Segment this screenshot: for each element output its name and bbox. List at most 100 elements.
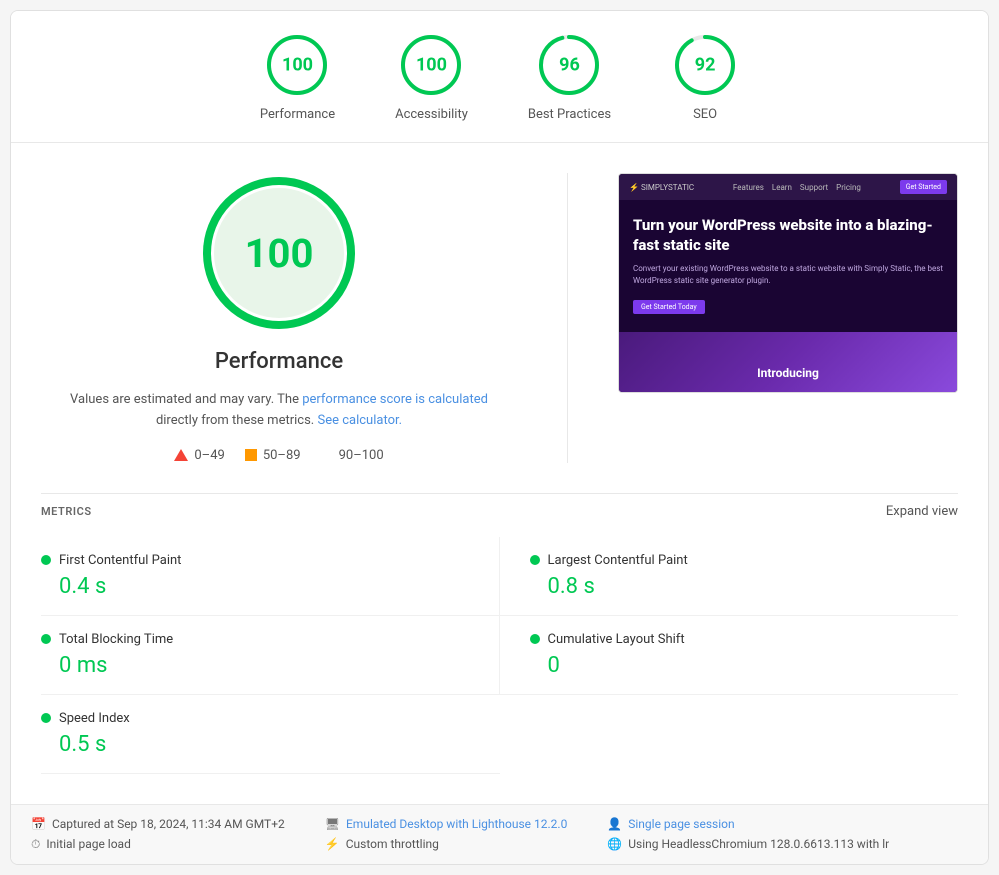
metrics-header: METRICS Expand view [41,493,958,529]
scores-bar: 100 Performance 100 Accessibility 96 Bes… [11,11,988,143]
score-label-performance: Performance [260,107,335,122]
performance-score-link[interactable]: performance score is calculated [302,392,488,407]
legend-square-icon [245,449,257,461]
score-item-seo: 92 SEO [671,31,739,122]
footer-session: 👤 Single page session [607,817,889,831]
session-link[interactable]: Single page session [628,817,734,831]
legend-label-orange: 50–89 [263,448,301,463]
clock-icon: ⏱ [31,837,40,852]
metric-dot-cls [530,634,540,644]
large-score-circle: 100 [199,173,359,333]
screenshot-logo: ⚡ SIMPLYSTATIC [629,183,694,192]
right-panel: ⚡ SIMPLYSTATIC Features Learn Support Pr… [618,173,958,463]
score-number-seo: 92 [695,55,716,76]
metric-name-si: Speed Index [59,711,130,726]
legend-item-red: 0–49 [174,448,224,463]
metric-name-row-tbt: Total Blocking Time [41,632,489,647]
globe-icon: 🌐 [607,837,622,851]
metric-name-lcp: Largest Contentful Paint [548,553,688,568]
screenshot-subtext: Convert your existing WordPress website … [633,263,943,287]
footer-chromium: 🌐 Using HeadlessChromium 128.0.6613.113 … [607,837,889,851]
metric-name-tbt: Total Blocking Time [59,632,173,647]
metric-dot-si [41,713,51,723]
main-content: 100 Performance Values are estimated and… [11,143,988,804]
metric-name-row-si: Speed Index [41,711,490,726]
metric-value-si: 0.5 s [41,732,490,757]
screenshot-hero: Turn your WordPress website into a blazi… [619,200,957,330]
score-label-seo: SEO [693,107,717,122]
metrics-section-label: METRICS [41,505,92,518]
metrics-grid: First Contentful Paint 0.4 s Largest Con… [41,537,958,774]
left-panel: 100 Performance Values are estimated and… [41,173,517,463]
see-calculator-link[interactable]: See calculator. [317,413,402,428]
expand-view-button[interactable]: Expand view [886,504,958,519]
score-item-performance: 100 Performance [260,31,335,122]
score-item-accessibility: 100 Accessibility [395,31,468,122]
metric-cell-si: Speed Index 0.5 s [41,695,500,774]
metric-cell-lcp: Largest Contentful Paint 0.8 s [500,537,959,616]
footer-emulated: 🖥 Emulated Desktop with Lighthouse 12.2.… [325,817,568,831]
score-circle-seo: 92 [671,31,739,99]
description-text: Values are estimated and may vary. The p… [69,390,489,432]
metric-name-fcp: First Contentful Paint [59,553,181,568]
score-number-performance: 100 [282,55,313,76]
score-item-best-practices: 96 Best Practices [528,31,611,122]
page-load-text: Initial page load [46,837,130,851]
performance-title: Performance [215,349,343,374]
footer-throttling: ⚡ Custom throttling [325,837,568,851]
screenshot-cta: Get Started [900,180,947,194]
screenshot-headline: Turn your WordPress website into a blazi… [633,216,943,255]
footer-col-3: 👤 Single page session 🌐 Using HeadlessCh… [607,817,889,852]
metric-dot-lcp [530,555,540,565]
legend-label-red: 0–49 [194,448,224,463]
screenshot-introducing: Introducing [757,366,819,380]
footer-col-1: 📅 Captured at Sep 18, 2024, 11:34 AM GMT… [31,817,285,852]
metric-dot-tbt [41,634,51,644]
user-icon: 👤 [607,817,622,831]
screenshot-container: ⚡ SIMPLYSTATIC Features Learn Support Pr… [618,173,958,393]
metric-name-row-fcp: First Contentful Paint [41,553,489,568]
legend: 0–49 50–89 90–100 [174,448,383,463]
screenshot-nav-links: Features Learn Support Pricing [733,183,861,192]
metric-name-row-cls: Cumulative Layout Shift [530,632,949,647]
score-circle-accessibility: 100 [397,31,465,99]
top-section: 100 Performance Values are estimated and… [41,173,958,463]
legend-label-green: 90–100 [339,448,384,463]
screenshot-nav: ⚡ SIMPLYSTATIC Features Learn Support Pr… [619,174,957,200]
metric-cell-cls: Cumulative Layout Shift 0 [500,616,959,695]
throttling-text: Custom throttling [346,837,439,851]
score-circle-performance: 100 [263,31,331,99]
metric-value-lcp: 0.8 s [530,574,949,599]
chromium-text: Using HeadlessChromium 128.0.6613.113 wi… [628,837,889,851]
captured-at-text: Captured at Sep 18, 2024, 11:34 AM GMT+2 [52,817,285,831]
legend-triangle-icon [174,449,188,461]
score-label-best-practices: Best Practices [528,107,611,122]
metric-name-row-lcp: Largest Contentful Paint [530,553,949,568]
footer-col-2: 🖥 Emulated Desktop with Lighthouse 12.2.… [325,817,568,852]
throttle-icon: ⚡ [325,837,340,851]
main-card: 100 Performance 100 Accessibility 96 Bes… [10,10,989,865]
score-label-accessibility: Accessibility [395,107,468,122]
metric-name-cls: Cumulative Layout Shift [548,632,685,647]
score-circle-best-practices: 96 [535,31,603,99]
vertical-divider [567,173,568,463]
screenshot-hero-btn: Get Started Today [633,300,705,314]
metric-dot-fcp [41,555,51,565]
legend-item-orange: 50–89 [245,448,301,463]
legend-dot-icon [321,449,333,461]
footer-page-load: ⏱ Initial page load [31,837,285,852]
score-number-best-practices: 96 [559,55,580,76]
screenshot-wave: Introducing [619,332,957,392]
metric-value-fcp: 0.4 s [41,574,489,599]
legend-item-green: 90–100 [321,448,384,463]
desktop-icon: 🖥 [325,817,340,831]
calendar-icon: 📅 [31,817,46,831]
metric-value-cls: 0 [530,653,949,678]
footer-captured-at: 📅 Captured at Sep 18, 2024, 11:34 AM GMT… [31,817,285,831]
score-number-accessibility: 100 [416,55,447,76]
large-score-number: 100 [214,188,344,318]
metric-value-tbt: 0 ms [41,653,489,678]
metric-cell-fcp: First Contentful Paint 0.4 s [41,537,500,616]
emulated-link[interactable]: Emulated Desktop with Lighthouse 12.2.0 [346,817,567,831]
metric-cell-tbt: Total Blocking Time 0 ms [41,616,500,695]
